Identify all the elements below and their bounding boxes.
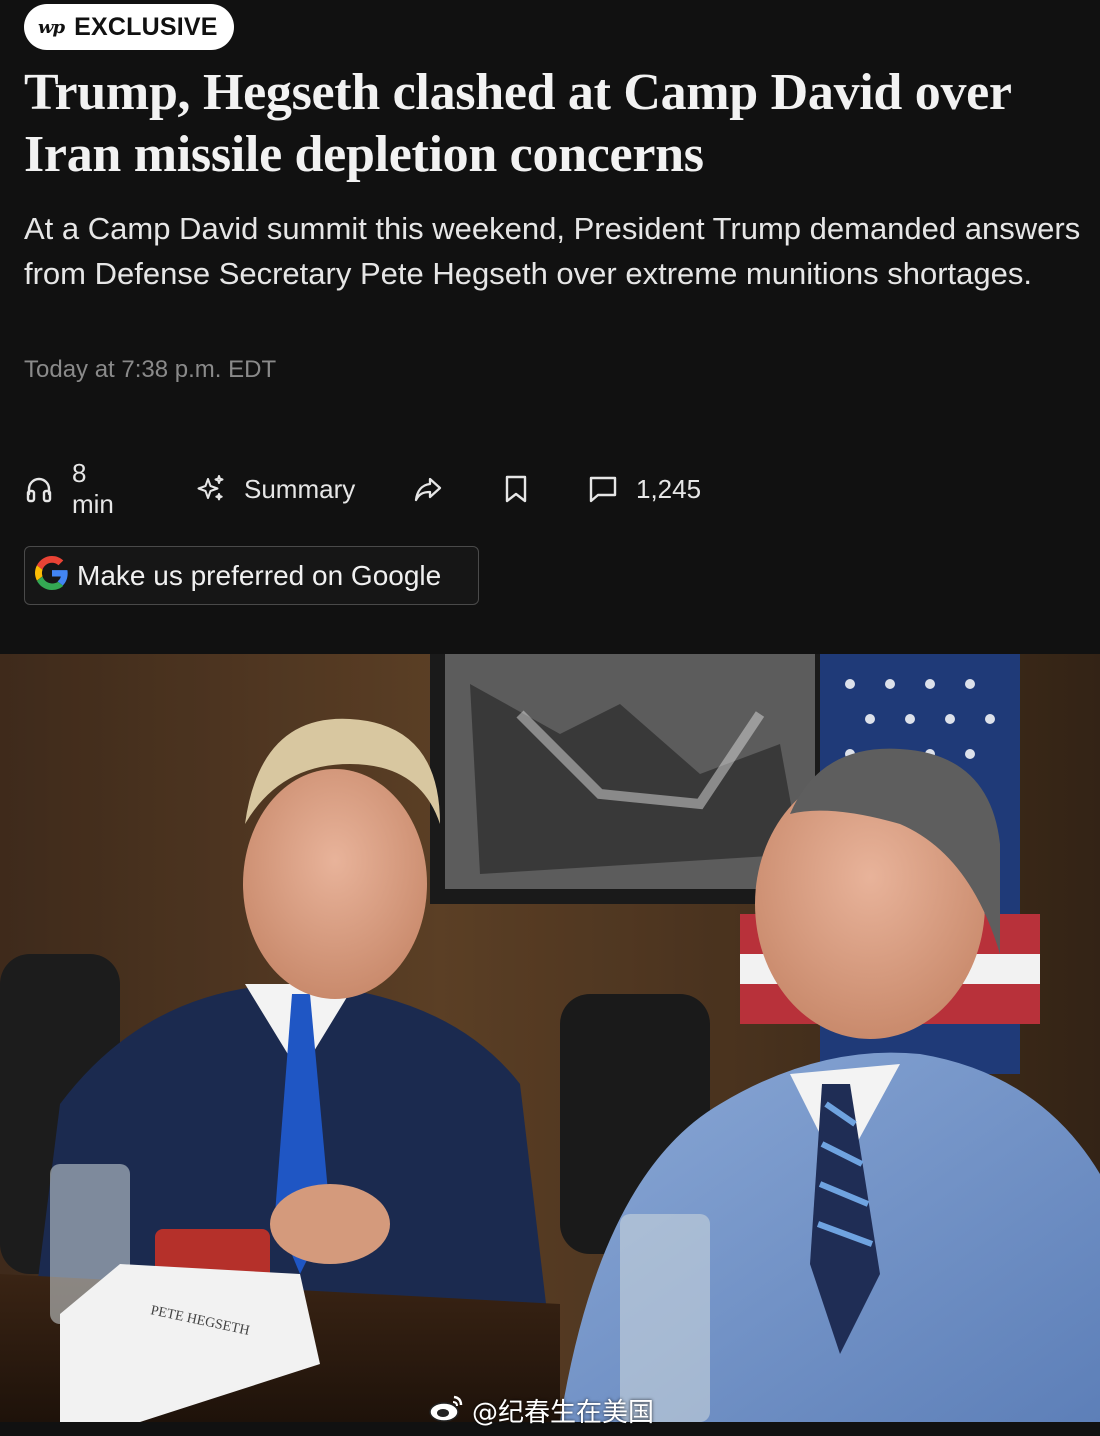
share-icon (412, 473, 444, 505)
watermark-text: @纪春生在美国 (472, 1398, 655, 1428)
article-headline: Trump, Hegseth clashed at Camp David ove… (24, 64, 1011, 183)
weibo-watermark: @纪春生在美国 (428, 1392, 654, 1429)
article-page: wp EXCLUSIVE Trump, Hegseth clashed at C… (0, 0, 1100, 1436)
article-dek: At a Camp David summit this weekend, Pre… (24, 211, 1081, 291)
comment-icon (588, 474, 618, 504)
weibo-icon (428, 1393, 464, 1428)
exclusive-label-text: EXCLUSIVE (74, 12, 218, 41)
headphones-icon (24, 474, 54, 504)
google-g-icon (35, 556, 69, 595)
bookmark-button[interactable] (502, 466, 530, 512)
listen-button[interactable]: 8 min (24, 458, 114, 519)
sparkle-icon (194, 473, 226, 505)
google-preferred-button[interactable]: Make us preferred on Google (24, 546, 479, 605)
article-photo: PETE HEGSETH (0, 654, 1100, 1422)
comments-button[interactable]: 1,245 (588, 466, 701, 512)
share-button[interactable] (412, 466, 444, 512)
exclusive-label[interactable]: wp EXCLUSIVE (24, 4, 234, 50)
comments-count: 1,245 (636, 473, 702, 504)
wp-logo: wp (38, 16, 65, 38)
google-preferred-label: Make us preferred on Google (77, 559, 442, 591)
article-timestamp: Today at 7:38 p.m. EDT (24, 356, 277, 383)
summary-label: Summary (244, 473, 356, 504)
photo-illustration: PETE HEGSETH (0, 654, 1100, 1422)
listen-label: 8 min (72, 458, 114, 519)
summary-button[interactable]: Summary (194, 466, 355, 512)
bookmark-icon (502, 474, 530, 504)
